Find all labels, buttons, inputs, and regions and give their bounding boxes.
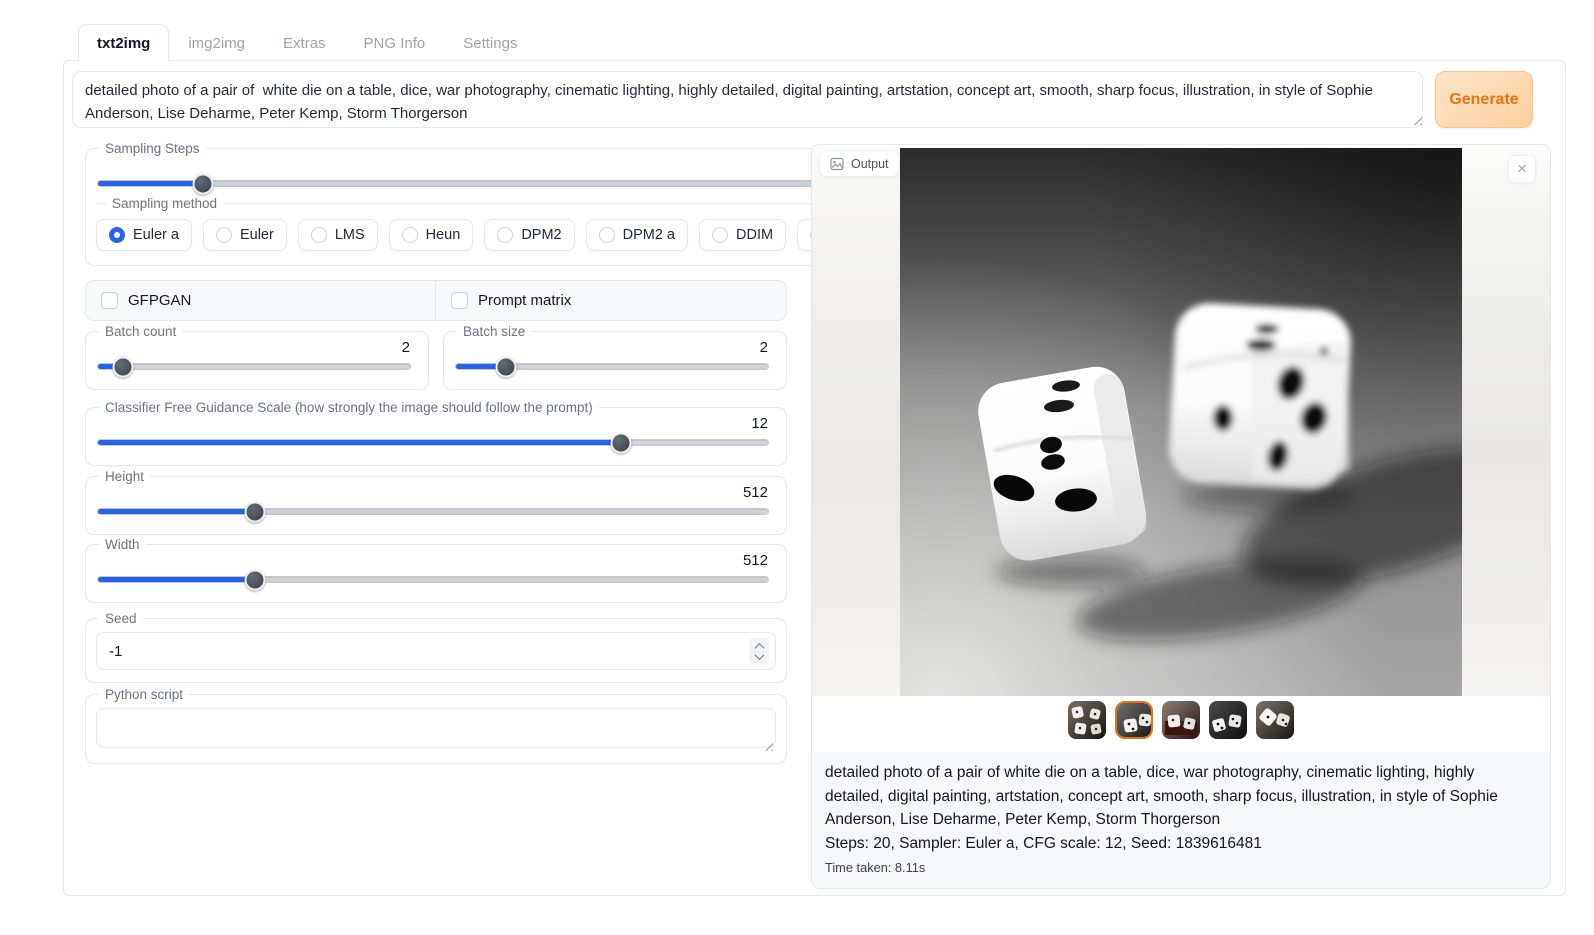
radio-circle-icon [497, 227, 513, 243]
tab-img2img[interactable]: img2img [169, 24, 264, 61]
toggles-row: GFPGAN Prompt matrix [85, 280, 787, 321]
slider-thumb[interactable] [112, 356, 133, 377]
radio-circle-icon [712, 227, 728, 243]
width-value: 512 [96, 552, 776, 569]
thumbnail-3[interactable] [1162, 701, 1200, 739]
width-slider[interactable] [98, 577, 768, 582]
slider-thumb[interactable] [245, 569, 266, 590]
sampling-group: Sampling Steps 20 Sampling method Euler … [85, 141, 898, 266]
thumbnail-1[interactable] [1068, 701, 1106, 739]
gallery-left-strip [812, 148, 900, 696]
python-script-label: Python script [99, 687, 189, 702]
radio-euler[interactable]: Euler [203, 219, 287, 251]
gallery-viewport [812, 145, 1550, 696]
main-panel: detailed photo of a pair of white die on… [63, 60, 1566, 896]
batch-count-value: 2 [96, 339, 418, 356]
radio-circle-icon [216, 227, 232, 243]
gfpgan-label: GFPGAN [128, 292, 191, 309]
slider-thumb[interactable] [610, 432, 631, 453]
caption-params-text: Steps: 20, Sampler: Euler a, CFG scale: … [825, 832, 1537, 856]
checkbox-icon [451, 292, 468, 309]
close-icon[interactable]: × [1508, 155, 1536, 183]
image-icon [830, 157, 844, 171]
height-slider[interactable] [98, 509, 768, 514]
output-badge-label: Output [851, 157, 889, 171]
batch-size-value: 2 [454, 339, 776, 356]
radio-circle-icon [311, 227, 327, 243]
output-panel: Output × [811, 144, 1551, 889]
thumbnail-4[interactable] [1209, 701, 1247, 739]
width-label: Width [99, 537, 146, 552]
batch-count-slider[interactable] [98, 364, 410, 369]
radio-label: Euler a [133, 227, 179, 243]
thumbnail-2-selected[interactable] [1115, 701, 1153, 739]
slider-thumb[interactable] [193, 173, 214, 194]
height-value: 512 [96, 484, 776, 501]
sampling-steps-label: Sampling Steps [99, 141, 206, 156]
python-script-input[interactable] [96, 708, 776, 748]
batch-size-slider[interactable] [456, 364, 768, 369]
number-spinner[interactable] [749, 638, 769, 664]
caption-time-text: Time taken: 8.11s [825, 860, 1537, 875]
batch-row: Batch count 2 Batch size 2 [85, 324, 787, 390]
radio-circle-icon [109, 227, 125, 243]
radio-label: DPM2 [521, 227, 561, 243]
gfpgan-checkbox[interactable]: GFPGAN [86, 281, 436, 320]
radio-label: DPM2 a [623, 227, 675, 243]
tab-txt2img[interactable]: txt2img [78, 24, 169, 61]
cfg-label: Classifier Free Guidance Scale (how stro… [99, 400, 599, 415]
generate-button[interactable]: Generate [1435, 71, 1533, 128]
radio-lms[interactable]: LMS [298, 219, 378, 251]
tab-bar: txt2img img2img Extras PNG Info Settings [63, 24, 1566, 60]
seed-label: Seed [99, 611, 143, 626]
batch-count-label: Batch count [99, 324, 182, 339]
seed-group: Seed [85, 611, 787, 683]
sampling-steps-slider[interactable] [98, 181, 879, 186]
cfg-value: 12 [96, 415, 776, 432]
thumbnail-5[interactable] [1256, 701, 1294, 739]
tab-extras[interactable]: Extras [264, 24, 345, 61]
radio-dpm2-a[interactable]: DPM2 a [586, 219, 688, 251]
radio-dpm2[interactable]: DPM2 [484, 219, 574, 251]
radio-label: LMS [335, 227, 365, 243]
txt2img-app: txt2img img2img Extras PNG Info Settings… [63, 24, 1566, 896]
radio-circle-icon [402, 227, 418, 243]
cfg-slider[interactable] [98, 440, 768, 445]
caption-prompt-text: detailed photo of a pair of white die on… [825, 761, 1537, 832]
slider-thumb[interactable] [495, 356, 516, 377]
width-group: Width 512 [85, 537, 787, 603]
generated-image[interactable] [900, 148, 1462, 696]
prompt-matrix-label: Prompt matrix [478, 292, 571, 309]
sampling-method-label: Sampling method [96, 196, 887, 211]
tab-settings[interactable]: Settings [444, 24, 536, 61]
batch-size-label: Batch size [457, 324, 531, 339]
height-group: Height 512 [85, 469, 787, 535]
radio-euler-a[interactable]: Euler a [96, 219, 192, 251]
output-badge: Output [820, 152, 899, 176]
tab-png-info[interactable]: PNG Info [345, 24, 445, 61]
settings-column: Sampling Steps 20 Sampling method Euler … [85, 141, 787, 764]
batch-count-group: Batch count 2 [85, 324, 429, 390]
spinner-down-icon[interactable] [754, 650, 764, 660]
slider-thumb[interactable] [245, 501, 266, 522]
output-caption: detailed photo of a pair of white die on… [812, 752, 1550, 889]
height-label: Height [99, 469, 150, 484]
batch-size-group: Batch size 2 [443, 324, 787, 390]
radio-circle-icon [599, 227, 615, 243]
radio-heun[interactable]: Heun [389, 219, 474, 251]
sampling-steps-value: 20 [96, 156, 887, 173]
thumbnail-row [812, 696, 1550, 744]
radio-label: Euler [240, 227, 274, 243]
radio-label: DDIM [736, 227, 773, 243]
cfg-group: Classifier Free Guidance Scale (how stro… [85, 400, 787, 466]
checkbox-icon [101, 292, 118, 309]
sampling-method-radio-group: Euler a Euler LMS Heun [96, 219, 887, 251]
seed-input[interactable] [109, 643, 749, 660]
radio-ddim[interactable]: DDIM [699, 219, 786, 251]
prompt-input[interactable]: detailed photo of a pair of white die on… [72, 71, 1423, 128]
python-script-group: Python script [85, 687, 787, 764]
gallery-right-strip [1462, 148, 1550, 696]
radio-label: Heun [426, 227, 461, 243]
prompt-matrix-checkbox[interactable]: Prompt matrix [436, 281, 786, 320]
